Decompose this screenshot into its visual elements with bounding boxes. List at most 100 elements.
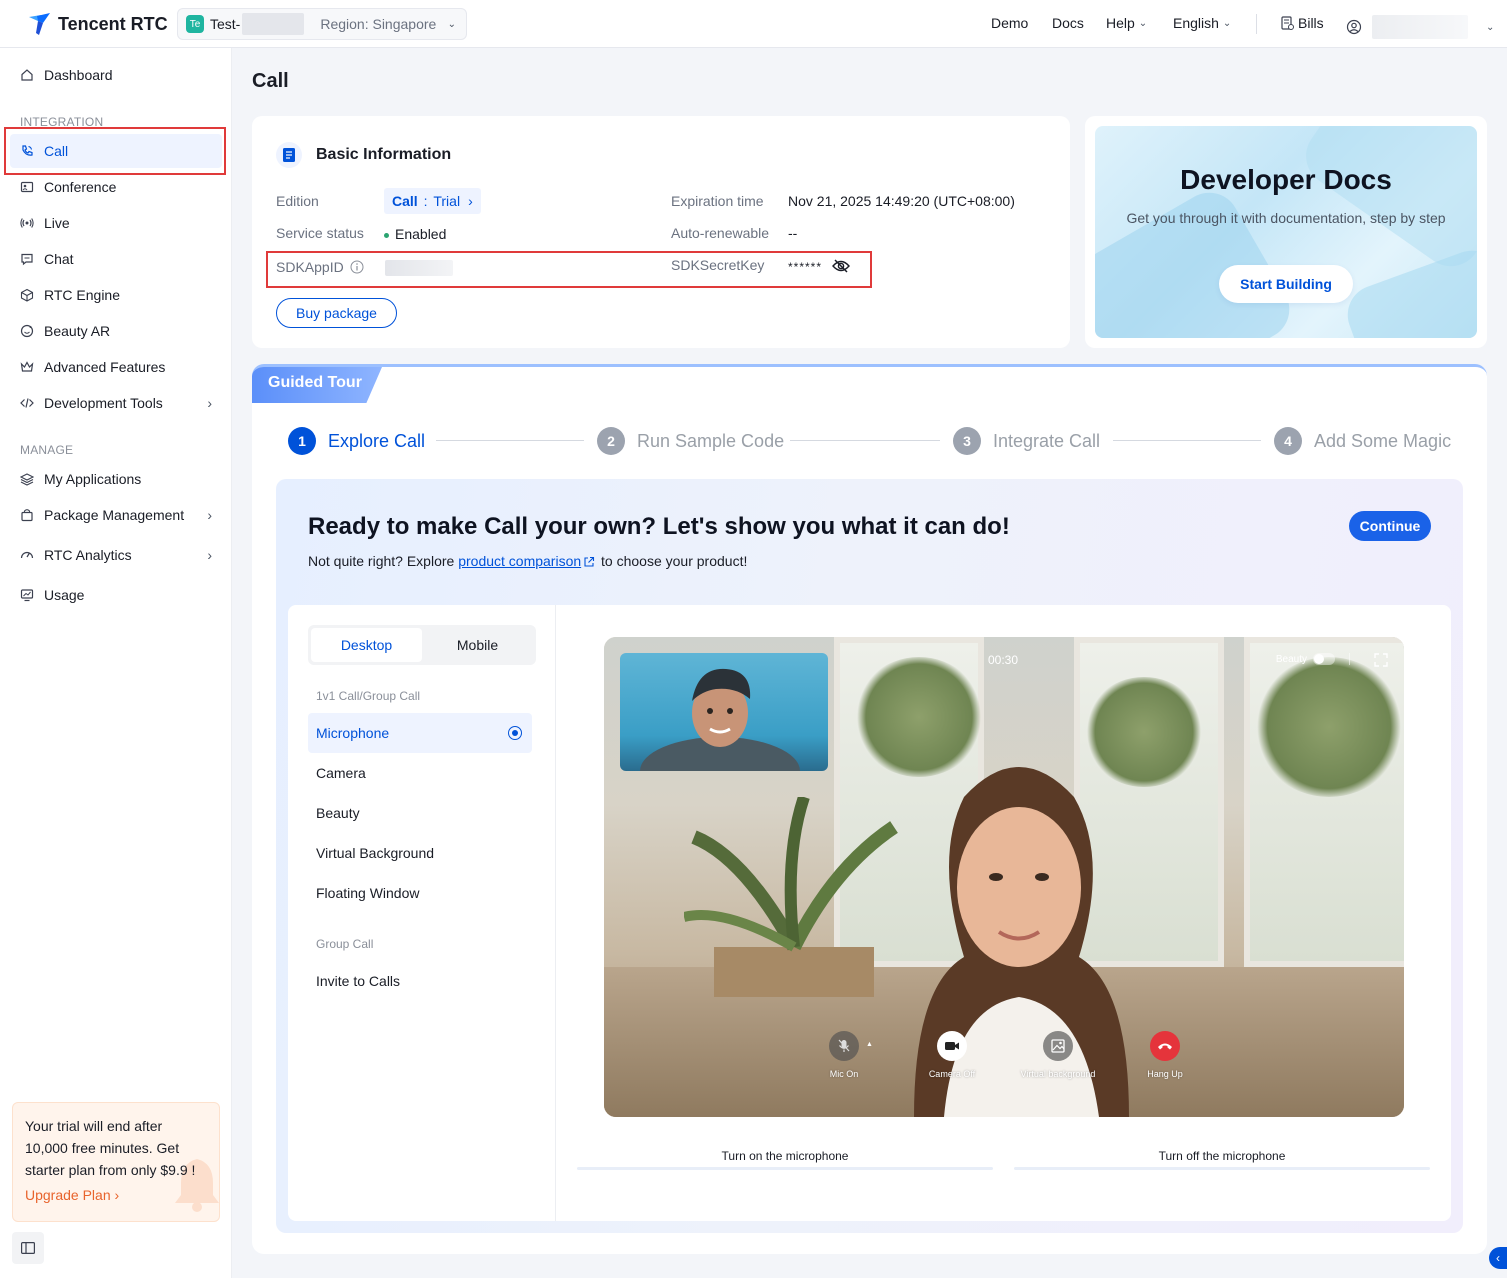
tab-desktop[interactable]: Desktop: [311, 628, 422, 662]
step-integrate-call[interactable]: 3 Integrate Call: [953, 427, 1100, 455]
start-building-button[interactable]: Start Building: [1219, 265, 1353, 303]
chevron-left-icon: ‹: [1496, 1251, 1500, 1265]
brand-logo[interactable]: Tencent RTC: [26, 11, 168, 37]
divider: [1349, 653, 1350, 665]
sidebar-item-conference[interactable]: Conference: [10, 170, 222, 204]
sidebar-item-label: Live: [44, 215, 70, 231]
basic-information-title: Basic Information: [316, 146, 452, 163]
service-status-value: Enabled: [384, 226, 446, 242]
toggle-switch: [1313, 653, 1335, 665]
sidebar-item-advanced-features[interactable]: Advanced Features: [10, 350, 222, 384]
showcase-heading: Ready to make Call your own? Let's show …: [308, 513, 1010, 540]
page-title: Call: [252, 70, 289, 92]
sidebar-item-beauty-ar[interactable]: Beauty AR: [10, 314, 222, 348]
sidebar-item-usage[interactable]: Usage: [10, 578, 222, 612]
status-dot: [384, 232, 389, 238]
chevron-down-icon: ⌄: [1138, 17, 1148, 29]
live-broadcast-icon: [20, 216, 34, 230]
subtitle-suffix: to choose your product!: [597, 553, 748, 569]
bills-icon: [1281, 16, 1294, 30]
nav-help[interactable]: Help ⌄: [1106, 15, 1147, 31]
microphone-icon: [829, 1031, 859, 1061]
sidebar-item-chat[interactable]: Chat: [10, 242, 222, 276]
nav-docs[interactable]: Docs: [1052, 15, 1084, 31]
step-number: 2: [597, 427, 625, 455]
subtitle-prefix: Not quite right? Explore: [308, 553, 459, 569]
sidebar-item-my-applications[interactable]: My Applications: [10, 462, 222, 496]
guided-tour-tab: Guided Tour: [252, 367, 382, 403]
remote-participant-video[interactable]: [620, 653, 828, 771]
caret-up-icon[interactable]: ▲: [866, 1041, 873, 1048]
top-bar: Tencent RTC Te Test- Region: Singapore ⌄…: [0, 0, 1507, 48]
call-timer: 00:30: [988, 653, 1019, 667]
buy-package-button[interactable]: Buy package: [276, 298, 397, 328]
step-label: Explore Call: [328, 430, 426, 451]
account-menu[interactable]: ⌄: [1346, 15, 1494, 39]
nav-bills-label: Bills: [1298, 15, 1324, 31]
nav-bills[interactable]: Bills: [1280, 15, 1324, 31]
step-connector: [790, 440, 940, 441]
sidebar-item-rtc-analytics[interactable]: RTC Analytics ›: [10, 538, 222, 572]
chevron-right-icon: ›: [207, 395, 212, 411]
collapse-panel-button[interactable]: ‹: [1489, 1247, 1507, 1269]
auto-renewable-value: --: [788, 225, 798, 241]
plant-illustration: [684, 797, 898, 997]
sidebar-item-label: Package Management: [44, 507, 185, 523]
step-add-some-magic[interactable]: 4 Add Some Magic: [1274, 427, 1451, 455]
guided-tour-card: Guided Tour 1 Explore Call 2 Run Sample …: [252, 364, 1487, 1254]
step-number: 3: [953, 427, 981, 455]
application-selector[interactable]: Te Test- Region: Singapore ⌄: [177, 8, 467, 40]
caption-progress-bar: [577, 1167, 993, 1170]
code-icon: [20, 396, 34, 410]
chevron-right-icon: ›: [207, 507, 212, 523]
app-region: Region: Singapore: [320, 16, 437, 32]
sidebar-item-dashboard[interactable]: Dashboard: [10, 58, 222, 92]
monitor-chart-icon: [20, 588, 34, 602]
developer-docs-subtitle: Get you through it with documentation, s…: [1126, 210, 1446, 226]
sidebar-item-package-management[interactable]: Package Management ›: [10, 498, 222, 532]
tab-mobile[interactable]: Mobile: [422, 628, 533, 662]
sidebar-item-live[interactable]: Live: [10, 206, 222, 240]
nav-demo[interactable]: Demo: [991, 15, 1028, 31]
sidebar-item-label: My Applications: [44, 471, 142, 487]
app-name: Test-: [210, 16, 241, 32]
feature-camera[interactable]: Camera: [308, 753, 532, 793]
sidebar-item-rtc-engine[interactable]: RTC Engine: [10, 278, 222, 312]
highlight-box-credentials: [266, 251, 872, 288]
upgrade-plan-link[interactable]: Upgrade Plan ›: [25, 1187, 207, 1203]
sidebar-item-development-tools[interactable]: Development Tools ›: [10, 386, 222, 420]
developer-docs-card: Developer Docs Get you through it with d…: [1085, 116, 1487, 348]
basic-information-card: Basic Information Edition Call : Trial ›…: [252, 116, 1070, 348]
beauty-toggle[interactable]: Beauty: [1276, 653, 1350, 665]
step-run-sample-code[interactable]: 2 Run Sample Code: [597, 427, 784, 455]
virtual-background-control[interactable]: Virtual background: [1008, 1031, 1108, 1079]
feature-microphone[interactable]: Microphone: [308, 713, 532, 753]
shopping-bag-icon: [20, 508, 34, 522]
beauty-face-icon: [20, 324, 34, 338]
nav-help-label: Help: [1106, 15, 1135, 31]
hang-up-control[interactable]: Hang Up: [1115, 1031, 1215, 1079]
nav-language[interactable]: English ⌄: [1173, 15, 1231, 31]
caption-turn-off: Turn off the microphone: [1158, 1149, 1286, 1163]
fullscreen-icon[interactable]: [1374, 653, 1388, 667]
feature-invite-to-calls[interactable]: Invite to Calls: [308, 961, 532, 1001]
collapse-sidebar-button[interactable]: [12, 1232, 44, 1264]
camera-off-control[interactable]: Camera Off: [902, 1031, 1002, 1079]
continue-button[interactable]: Continue: [1349, 511, 1431, 541]
conference-icon: [20, 180, 34, 194]
feature-virtual-background[interactable]: Virtual Background: [308, 833, 532, 873]
tencent-rtc-logo-icon: [29, 13, 50, 35]
sidebar-item-label: Beauty AR: [44, 323, 111, 339]
feature-beauty[interactable]: Beauty: [308, 793, 532, 833]
service-status-label: Service status: [276, 225, 364, 241]
feature-floating-window[interactable]: Floating Window: [308, 873, 532, 913]
step-connector: [1113, 440, 1261, 441]
showcase-subtitle: Not quite right? Explore product compari…: [308, 553, 747, 569]
step-explore-call[interactable]: 1 Explore Call: [288, 427, 425, 455]
caption-turn-on: Turn on the microphone: [721, 1149, 849, 1163]
edition-tag[interactable]: Call : Trial ›: [384, 188, 481, 214]
demo-area: Desktop Mobile 1v1 Call/Group Call Micro…: [288, 605, 1451, 1221]
product-comparison-link[interactable]: product comparison: [458, 553, 581, 569]
mic-on-control[interactable]: Mic On: [794, 1031, 894, 1079]
sidebar-item-label: RTC Analytics: [44, 547, 132, 563]
